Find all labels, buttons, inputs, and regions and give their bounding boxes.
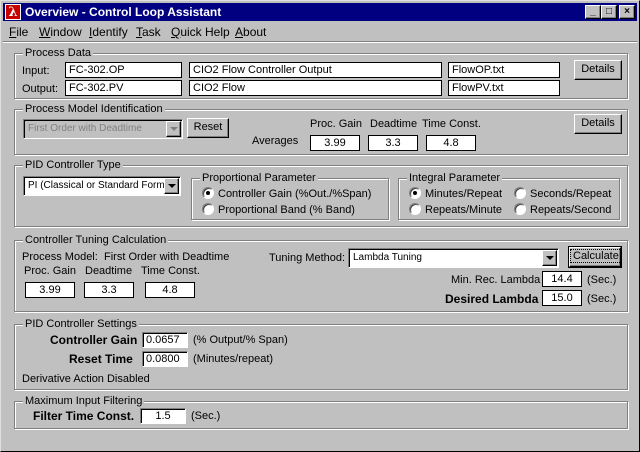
radio-unselected-icon[interactable] (202, 203, 214, 215)
tuning-deadtime-field[interactable]: 3.3 (84, 282, 134, 298)
model-details-button[interactable]: Details (574, 114, 622, 134)
min-lambda-field[interactable]: 14.4 (542, 271, 582, 287)
reset-button[interactable]: Reset (187, 118, 229, 138)
tuning-time-const-field[interactable]: 4.8 (145, 282, 195, 298)
output-label: Output: (22, 83, 59, 95)
process-data-details-button[interactable]: Details (574, 60, 622, 80)
deadtime-label: Deadtime (370, 118, 418, 130)
pid-type-group: PID Controller Type PI (Classical or Sta… (14, 158, 628, 227)
radio-unselected-icon[interactable] (514, 187, 526, 199)
input-label: Input: (22, 65, 50, 77)
chevron-down-icon[interactable] (542, 250, 557, 266)
input-tag-field[interactable]: FC-302.OP (65, 62, 182, 78)
pid-type-value: PI (Classical or Standard Form) (28, 180, 169, 191)
group-title: PID Controller Settings (23, 317, 139, 331)
menu-bar: File Window Identify Task Quick Help Abo… (3, 22, 637, 41)
pid-type-select[interactable]: PI (Classical or Standard Form) (23, 176, 181, 196)
radio-minutes-repeat[interactable]: Minutes/Repeat (409, 187, 502, 201)
controller-gain-unit: (% Output/% Span) (193, 334, 288, 346)
reset-time-unit: (Minutes/repeat) (193, 353, 274, 365)
radio-unselected-icon[interactable] (409, 203, 421, 215)
output-file-field[interactable]: FlowPV.txt (448, 80, 560, 96)
model-type-select[interactable]: First Order with Deadtime (23, 119, 183, 139)
input-filtering-group: Maximum Input Filtering Filter Time Cons… (14, 394, 628, 429)
group-title: Controller Tuning Calculation (23, 233, 169, 247)
input-description-field[interactable]: CIO2 Flow Controller Output (189, 62, 442, 78)
menu-quick-help[interactable]: Quick Help (171, 25, 230, 39)
maximize-button[interactable]: □ (601, 5, 617, 19)
close-button[interactable]: × (619, 5, 635, 19)
process-model-value: First Order with Deadtime (104, 251, 230, 263)
tuning-gain-label: Proc. Gain (24, 265, 76, 277)
menu-window[interactable]: Window (39, 25, 82, 39)
output-description-field[interactable]: CIO2 Flow (189, 80, 442, 96)
averages-label: Averages (252, 135, 299, 147)
minimize-button[interactable]: _ (585, 5, 601, 19)
process-model-label: Process Model: (22, 251, 98, 263)
desired-lambda-field[interactable]: 15.0 (542, 290, 582, 306)
reset-time-field[interactable]: 0.0800 (142, 351, 188, 367)
menu-identify[interactable]: Identify (89, 25, 128, 39)
tuning-method-value: Lambda Tuning (353, 252, 422, 263)
title-bar[interactable]: λ Overview - Control Loop Assistant _ □ … (3, 3, 637, 21)
model-type-value: First Order with Deadtime (28, 123, 142, 134)
group-title: Process Model Identification (23, 102, 165, 116)
main-window: λ Overview - Control Loop Assistant _ □ … (0, 0, 640, 452)
group-title: Integral Parameter (407, 171, 503, 185)
menu-separator (3, 41, 637, 43)
proportional-parameter-group: Proportional Parameter Controller Gain (… (191, 171, 389, 220)
controller-gain-field[interactable]: 0.0657 (142, 332, 188, 348)
menu-file[interactable]: File (9, 25, 28, 39)
reset-time-label: Reset Time (69, 352, 133, 366)
chevron-down-icon[interactable] (164, 178, 179, 194)
process-data-group: Process Data Input: FC-302.OP CIO2 Flow … (14, 46, 628, 99)
desired-lambda-label: Desired Lambda (445, 292, 539, 306)
menu-task[interactable]: Task (136, 25, 161, 39)
window-title: Overview - Control Loop Assistant (25, 5, 222, 19)
radio-proportional-band[interactable]: Proportional Band (% Band) (202, 203, 355, 217)
group-title: Process Data (23, 46, 94, 60)
pid-settings-group: PID Controller Settings Controller Gain … (14, 317, 628, 390)
time-const-label: Time Const. (422, 118, 481, 130)
radio-controller-gain[interactable]: Controller Gain (%Out./%Span) (202, 187, 371, 201)
radio-repeats-minute[interactable]: Repeats/Minute (409, 203, 502, 217)
avg-deadtime-field[interactable]: 3.3 (368, 135, 418, 151)
desired-lambda-unit: (Sec.) (587, 293, 617, 305)
min-lambda-unit: (Sec.) (587, 274, 617, 286)
input-file-field[interactable]: FlowOP.txt (448, 62, 560, 78)
radio-selected-icon[interactable] (409, 187, 421, 199)
group-title: Maximum Input Filtering (23, 394, 145, 408)
tuning-gain-field[interactable]: 3.99 (25, 282, 75, 298)
output-tag-field[interactable]: FC-302.PV (65, 80, 182, 96)
derivative-note: Derivative Action Disabled (22, 373, 150, 385)
radio-repeats-second[interactable]: Repeats/Second (514, 203, 611, 217)
radio-seconds-repeat[interactable]: Seconds/Repeat (514, 187, 611, 201)
chevron-down-icon[interactable] (166, 121, 181, 137)
avg-time-const-field[interactable]: 4.8 (426, 135, 476, 151)
filter-time-label: Filter Time Const. (33, 409, 135, 423)
min-lambda-label: Min. Rec. Lambda (451, 274, 541, 286)
menu-about[interactable]: About (235, 25, 266, 39)
tuning-time-const-label: Time Const. (141, 265, 200, 277)
calculate-button[interactable]: Calculate (568, 246, 622, 268)
integral-parameter-group: Integral Parameter Minutes/Repeat Second… (398, 171, 620, 220)
lambda-app-icon[interactable]: λ (5, 4, 21, 20)
filter-time-field[interactable]: 1.5 (140, 408, 186, 424)
tuning-deadtime-label: Deadtime (85, 265, 133, 277)
controller-gain-label: Controller Gain (50, 333, 138, 347)
model-identification-group: Process Model Identification First Order… (14, 102, 628, 155)
tuning-method-select[interactable]: Lambda Tuning (348, 248, 559, 268)
avg-proc-gain-field[interactable]: 3.99 (310, 135, 360, 151)
group-title: PID Controller Type (23, 158, 123, 172)
filter-time-unit: (Sec.) (191, 410, 221, 422)
tuning-calculation-group: Controller Tuning Calculation Process Mo… (14, 233, 628, 312)
radio-unselected-icon[interactable] (514, 203, 526, 215)
proc-gain-label: Proc. Gain (310, 118, 362, 130)
radio-selected-icon[interactable] (202, 187, 214, 199)
tuning-method-label: Tuning Method: (269, 252, 346, 264)
group-title: Proportional Parameter (200, 171, 318, 185)
